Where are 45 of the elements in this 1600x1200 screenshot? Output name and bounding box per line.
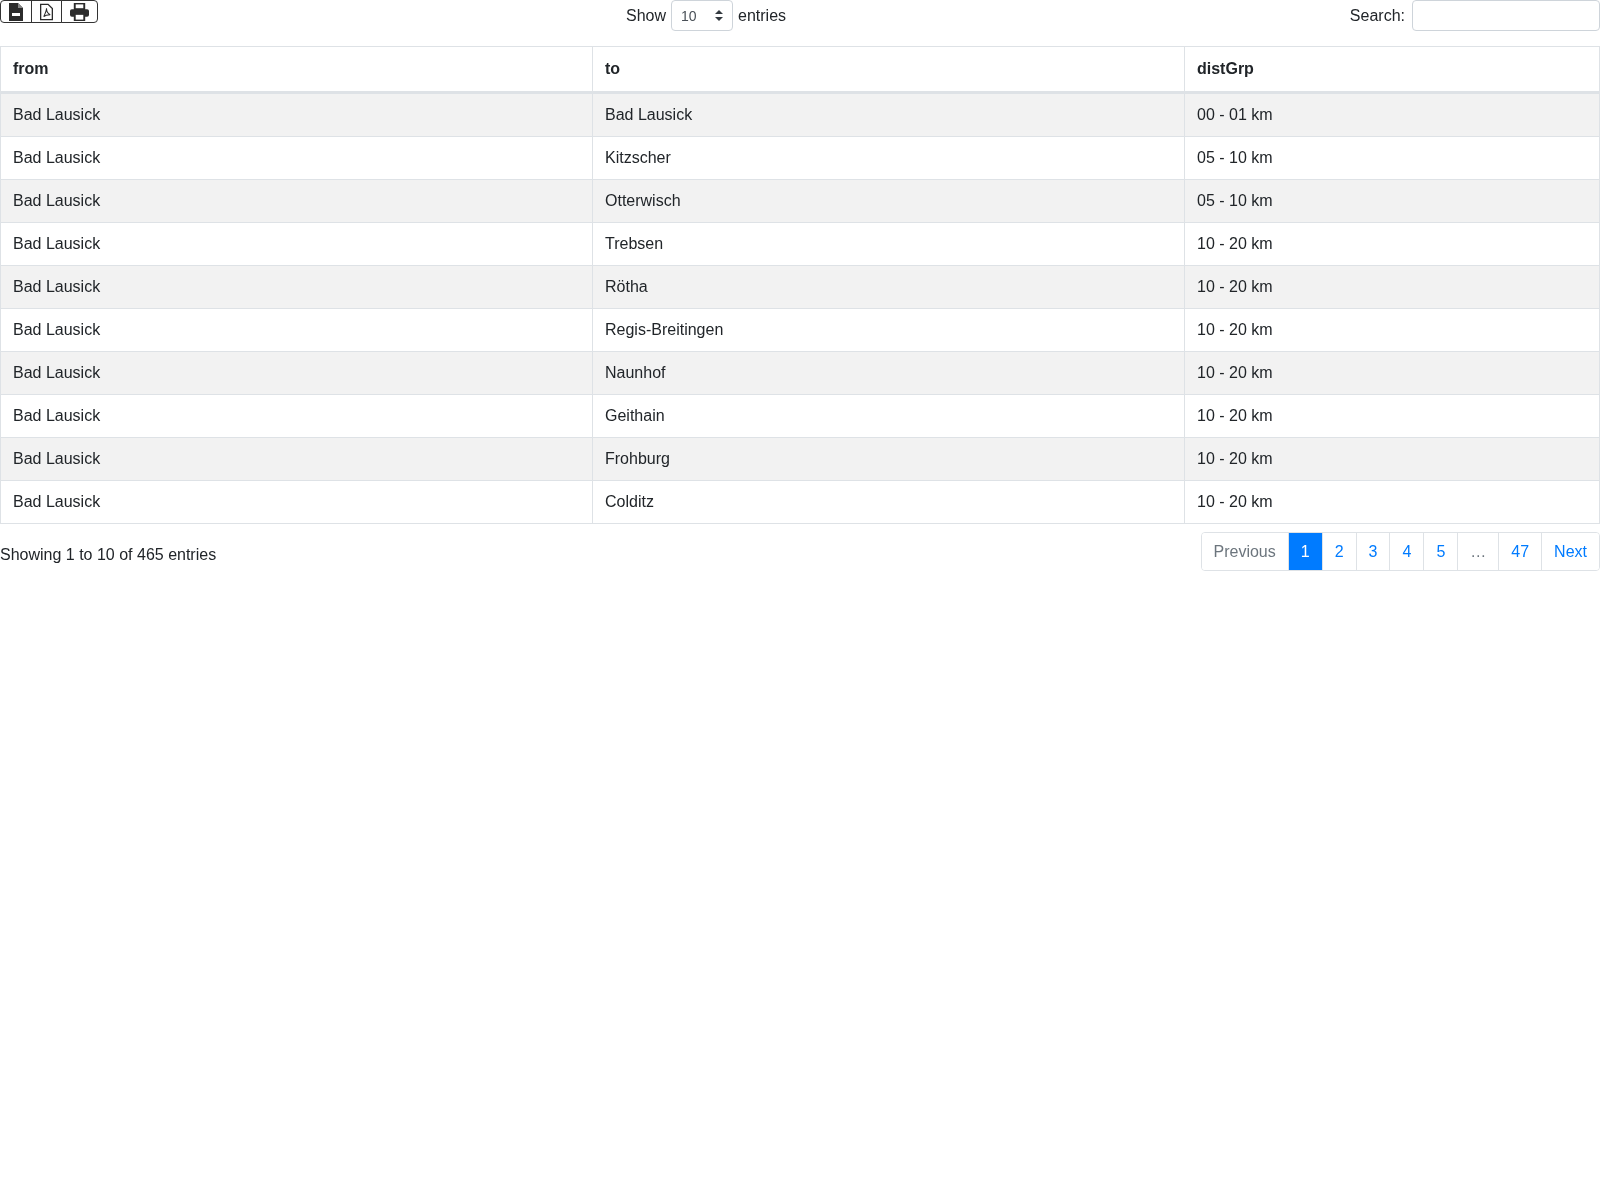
table-cell: 05 - 10 km (1184, 136, 1600, 180)
pdf-export-button[interactable] (31, 0, 62, 23)
table-cell: 10 - 20 km (1184, 265, 1600, 309)
table-cell: Frohburg (592, 437, 1185, 481)
table-cell: Bad Lausick (0, 265, 593, 309)
table-cell: Geithain (592, 394, 1185, 438)
table-cell: Bad Lausick (0, 480, 593, 524)
table-cell: Bad Lausick (592, 92, 1185, 137)
search-field[interactable] (1412, 0, 1600, 31)
table-cell: Naunhof (592, 351, 1185, 395)
table-cell: Bad Lausick (0, 351, 593, 395)
pagination-button[interactable]: Next (1541, 533, 1599, 570)
table-cell: 00 - 01 km (1184, 92, 1600, 137)
printer-icon (70, 2, 89, 21)
table-info: Showing 1 to 10 of 465 entries (0, 545, 217, 564)
page-size-select[interactable]: 10 (671, 0, 734, 31)
table-cell: 10 - 20 km (1184, 308, 1600, 352)
print-button[interactable] (61, 0, 98, 23)
table-cell: 10 - 20 km (1184, 394, 1600, 438)
table-cell: Rötha (592, 265, 1185, 309)
pagination-button[interactable]: 1 (1287, 533, 1322, 570)
table-cell: Colditz (592, 480, 1185, 524)
csv-export-button[interactable] (0, 0, 32, 23)
table-cell: Otterwisch (592, 179, 1185, 223)
table-cell: Bad Lausick (0, 437, 593, 481)
table-cell: 10 - 20 km (1184, 480, 1600, 524)
table-cell: 10 - 20 km (1184, 222, 1600, 266)
table-cell: Bad Lausick (0, 92, 593, 137)
table-cell: Bad Lausick (0, 308, 593, 352)
table-cell: Bad Lausick (0, 222, 593, 266)
table-cell: 10 - 20 km (1184, 351, 1600, 395)
table-cell: 05 - 10 km (1184, 179, 1600, 223)
table-cell: Bad Lausick (0, 179, 593, 223)
file-icon (9, 2, 23, 21)
entries-label: entries (738, 6, 787, 25)
table-cell: Bad Lausick (0, 394, 593, 438)
table-cell: Trebsen (592, 222, 1185, 266)
table-cell: Regis-Breitingen (592, 308, 1185, 352)
sort-caret-icon (715, 10, 724, 21)
table-cell: Bad Lausick (0, 136, 593, 180)
table-cell: Kitzscher (592, 136, 1185, 180)
pdf-file-icon (40, 2, 53, 21)
search-label: Search: (1349, 6, 1405, 25)
show-label: Show (626, 6, 667, 25)
table-cell: 10 - 20 km (1184, 437, 1600, 481)
